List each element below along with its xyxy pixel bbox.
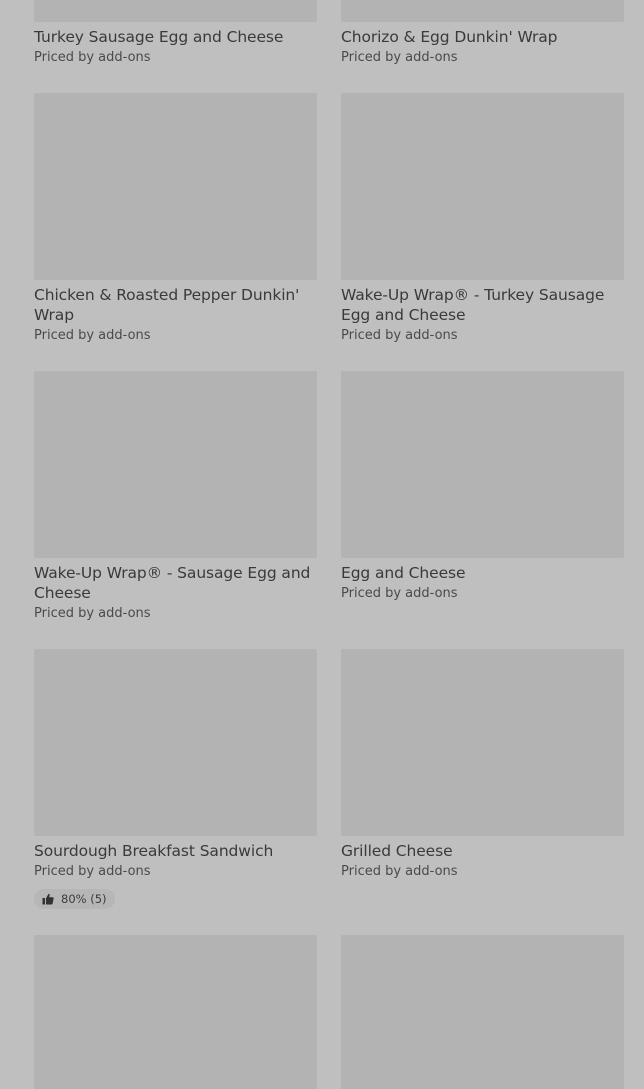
rating-badge: 80% (5) bbox=[34, 889, 115, 909]
menu-item-card[interactable]: Chicken & Roasted Pepper Dunkin' Wrap Pr… bbox=[34, 93, 317, 344]
item-title: Egg and Cheese bbox=[341, 564, 466, 582]
item-price-note: Priced by add-ons bbox=[341, 586, 458, 601]
menu-item-card[interactable] bbox=[34, 935, 317, 1089]
thumbs-up-icon bbox=[42, 893, 54, 905]
menu-item-card[interactable]: Turkey Sausage Egg and Cheese Priced by … bbox=[34, 0, 317, 66]
item-title: Chorizo & Egg Dunkin' Wrap bbox=[341, 28, 558, 46]
item-image[interactable] bbox=[341, 0, 624, 22]
item-image[interactable] bbox=[34, 935, 317, 1089]
item-price-note: Priced by add-ons bbox=[341, 864, 458, 879]
item-title: Wake-Up Wrap® - Turkey Sausage Egg and C… bbox=[341, 286, 605, 324]
item-image[interactable] bbox=[341, 371, 624, 558]
menu-item-card[interactable]: Egg and Cheese Priced by add-ons bbox=[341, 371, 624, 602]
item-price-note: Priced by add-ons bbox=[34, 606, 151, 621]
item-price-note: Priced by add-ons bbox=[34, 328, 151, 343]
item-title: Sourdough Breakfast Sandwich bbox=[34, 842, 274, 860]
item-title: Wake-Up Wrap® - Sausage Egg and Cheese bbox=[34, 564, 311, 602]
item-price-note: Priced by add-ons bbox=[34, 864, 151, 879]
item-image[interactable] bbox=[34, 649, 317, 836]
item-price-note: Priced by add-ons bbox=[34, 50, 151, 65]
item-price-note: Priced by add-ons bbox=[341, 50, 458, 65]
menu-item-card[interactable]: Grilled Cheese Priced by add-ons bbox=[341, 649, 624, 880]
menu-item-card[interactable]: Wake-Up Wrap® - Turkey Sausage Egg and C… bbox=[341, 93, 624, 344]
item-image[interactable] bbox=[341, 935, 624, 1089]
menu-item-card[interactable]: Sourdough Breakfast Sandwich Priced by a… bbox=[34, 649, 317, 909]
item-image[interactable] bbox=[341, 649, 624, 836]
menu-item-card[interactable]: Chorizo & Egg Dunkin' Wrap Priced by add… bbox=[341, 0, 624, 66]
item-title: Turkey Sausage Egg and Cheese bbox=[34, 28, 284, 46]
menu-items-grid: Turkey Sausage Egg and Cheese Priced by … bbox=[0, 0, 644, 1089]
menu-item-card[interactable]: Wake-Up Wrap® - Sausage Egg and Cheese P… bbox=[34, 371, 317, 622]
rating-text: 80% (5) bbox=[61, 892, 107, 906]
item-title: Chicken & Roasted Pepper Dunkin' Wrap bbox=[34, 286, 300, 324]
item-image[interactable] bbox=[34, 93, 317, 280]
item-image[interactable] bbox=[341, 93, 624, 280]
item-image[interactable] bbox=[34, 0, 317, 22]
item-image[interactable] bbox=[34, 371, 317, 558]
menu-item-card[interactable] bbox=[341, 935, 624, 1089]
item-price-note: Priced by add-ons bbox=[341, 328, 458, 343]
item-title: Grilled Cheese bbox=[341, 842, 453, 860]
